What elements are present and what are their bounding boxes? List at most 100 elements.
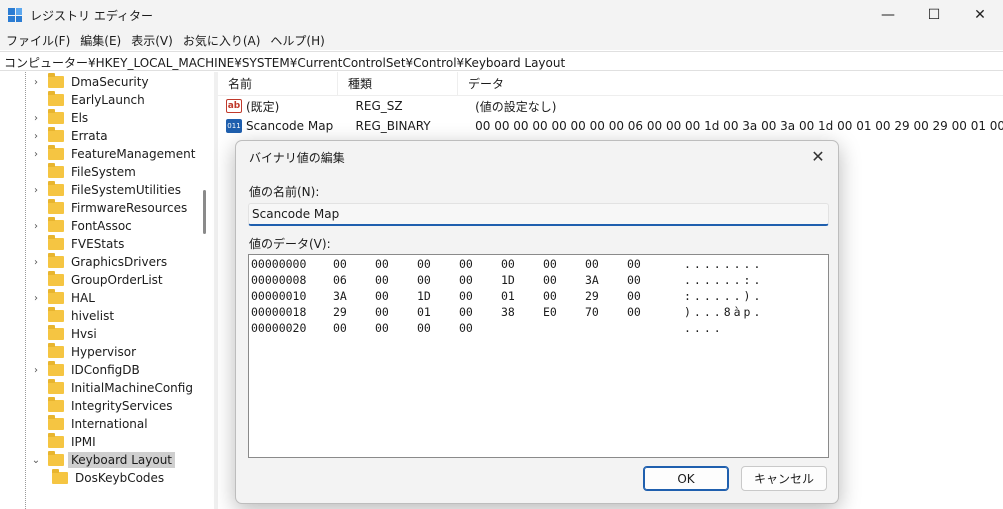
hex-byte[interactable]: 70 — [585, 305, 599, 319]
hex-byte[interactable]: 3A — [585, 273, 599, 287]
hex-byte[interactable]: 00 — [543, 257, 557, 271]
hex-byte[interactable]: 00 — [417, 273, 431, 287]
hex-byte[interactable]: 1D — [417, 289, 431, 303]
cancel-button[interactable]: キャンセル — [741, 466, 827, 491]
folder-icon — [48, 325, 64, 340]
hex-byte[interactable]: 00 — [543, 273, 557, 287]
chevron-right-icon[interactable]: › — [30, 221, 42, 232]
dialog-close-icon[interactable]: ✕ — [806, 145, 830, 167]
hex-ascii: .... — [684, 321, 724, 335]
tree-item[interactable]: FVEStats — [30, 235, 127, 253]
tree-item[interactable]: › GraphicsDrivers — [30, 253, 170, 271]
chevron-down-icon[interactable]: ⌄ — [30, 455, 42, 466]
hex-byte[interactable]: 00 — [459, 305, 473, 319]
ok-button[interactable]: OK — [643, 466, 729, 491]
hex-byte[interactable]: 00 — [375, 289, 389, 303]
tree-item-keyboard-layout[interactable]: ⌄ Keyboard Layout — [30, 451, 176, 469]
column-header-name[interactable]: 名前 — [218, 71, 338, 96]
column-header-data[interactable]: データ — [458, 72, 1003, 96]
tree-item[interactable]: hivelist — [30, 307, 117, 325]
hex-byte[interactable]: 00 — [375, 321, 389, 335]
hex-byte[interactable]: 00 — [375, 305, 389, 319]
minimize-button[interactable]: — — [865, 0, 911, 30]
hex-byte[interactable]: 00 — [627, 273, 641, 287]
tree-item[interactable]: InitialMachineConfig — [30, 379, 196, 397]
hex-byte[interactable]: 38 — [501, 305, 515, 319]
hex-byte[interactable]: 00 — [459, 257, 473, 271]
chevron-right-icon[interactable]: › — [30, 365, 42, 376]
hex-byte[interactable]: 00 — [333, 257, 347, 271]
list-row-default[interactable]: ab (既定) REG_SZ (値の設定なし) — [218, 96, 1003, 116]
hex-byte[interactable]: 00 — [459, 321, 473, 335]
tree-item[interactable]: › HAL — [30, 289, 98, 307]
menu-view[interactable]: 表示(V) — [129, 32, 181, 49]
address-bar[interactable]: コンピューター¥HKEY_LOCAL_MACHINE¥SYSTEM¥Curren… — [0, 51, 1003, 71]
tree-item[interactable]: › Errata — [30, 127, 111, 145]
hex-byte[interactable]: E0 — [543, 305, 557, 319]
hex-byte[interactable]: 00 — [333, 321, 347, 335]
tree-item[interactable]: GroupOrderList — [30, 271, 166, 289]
value-name-field[interactable] — [248, 203, 829, 226]
chevron-right-icon[interactable]: › — [30, 149, 42, 160]
hex-row: 00000008 06 00 00 00 1D 00 3A 00......:. — [249, 273, 828, 289]
value-name: (既定) — [245, 99, 280, 114]
hex-byte[interactable]: 00 — [459, 273, 473, 287]
close-window-button[interactable]: ✕ — [957, 0, 1003, 30]
tree-item[interactable]: EarlyLaunch — [30, 91, 148, 109]
chevron-right-icon[interactable]: › — [30, 185, 42, 196]
hex-byte[interactable]: 06 — [333, 273, 347, 287]
window-controls: — ☐ ✕ — [865, 0, 1003, 30]
list-row-scancode-map[interactable]: 011 Scancode Map REG_BINARY 00 00 00 00 … — [218, 116, 1003, 136]
dialog-title: バイナリ値の編集 — [249, 151, 345, 165]
tree-item[interactable]: › FeatureManagement — [30, 145, 198, 163]
hex-byte[interactable]: 00 — [417, 257, 431, 271]
hex-byte[interactable]: 00 — [543, 289, 557, 303]
tree-item[interactable]: FirmwareResources — [30, 199, 190, 217]
chevron-right-icon[interactable]: › — [30, 77, 42, 88]
folder-icon — [48, 343, 64, 358]
hex-byte[interactable]: 01 — [417, 305, 431, 319]
hex-byte[interactable]: 3A — [333, 289, 347, 303]
menu-bar: ファイル(F) 編集(E) 表示(V) お気に入り(A) ヘルプ(H) — [0, 30, 1003, 50]
hex-byte[interactable]: 00 — [459, 289, 473, 303]
maximize-button[interactable]: ☐ — [911, 0, 957, 30]
menu-help[interactable]: ヘルプ(H) — [268, 32, 332, 49]
tree-item[interactable]: › DmaSecurity — [30, 73, 152, 91]
hex-byte[interactable]: 29 — [333, 305, 347, 319]
tree-item[interactable]: › FontAssoc — [30, 217, 135, 235]
tree-item[interactable]: › Els — [30, 109, 91, 127]
hex-byte[interactable]: 29 — [585, 289, 599, 303]
tree-item[interactable]: Hvsi — [30, 325, 100, 343]
chevron-right-icon[interactable]: › — [30, 293, 42, 304]
tree-item[interactable]: International — [30, 415, 151, 433]
tree-item[interactable]: › IDConfigDB — [30, 361, 143, 379]
hex-byte[interactable]: 00 — [417, 321, 431, 335]
tree-scrollbar-thumb[interactable] — [203, 190, 206, 234]
menu-edit[interactable]: 編集(E) — [78, 32, 129, 49]
column-header-type[interactable]: 種類 — [338, 71, 458, 96]
tree-item[interactable]: FileSystem — [30, 163, 139, 181]
tree-item[interactable]: Hypervisor — [30, 343, 139, 361]
hex-byte[interactable]: 00 — [627, 289, 641, 303]
hex-byte[interactable]: 00 — [627, 305, 641, 319]
tree-item[interactable]: › FileSystemUtilities — [30, 181, 184, 199]
menu-favorites[interactable]: お気に入り(A) — [181, 32, 269, 49]
chevron-right-icon[interactable]: › — [30, 131, 42, 142]
tree-item[interactable]: IPMI — [30, 433, 99, 451]
menu-file[interactable]: ファイル(F) — [4, 32, 78, 49]
hex-ascii: ......:. — [684, 273, 764, 287]
chevron-right-icon[interactable]: › — [30, 257, 42, 268]
tree-item-doskeybcodes[interactable]: DosKeybCodes — [46, 469, 167, 487]
hex-byte[interactable]: 00 — [375, 257, 389, 271]
hex-byte[interactable]: 01 — [501, 289, 515, 303]
hex-byte[interactable]: 00 — [585, 257, 599, 271]
tree-item[interactable]: IntegrityServices — [30, 397, 176, 415]
hex-byte[interactable]: 00 — [501, 257, 515, 271]
hex-byte[interactable]: 00 — [375, 273, 389, 287]
hex-editor[interactable]: 00000000 00 00 00 00 00 00 00 00........ 00000008… — [248, 254, 829, 458]
folder-icon — [48, 163, 64, 178]
hex-byte[interactable]: 00 — [627, 257, 641, 271]
list-header: 名前 種類 データ — [218, 71, 1003, 96]
chevron-right-icon[interactable]: › — [30, 113, 42, 124]
hex-byte[interactable]: 1D — [501, 273, 515, 287]
